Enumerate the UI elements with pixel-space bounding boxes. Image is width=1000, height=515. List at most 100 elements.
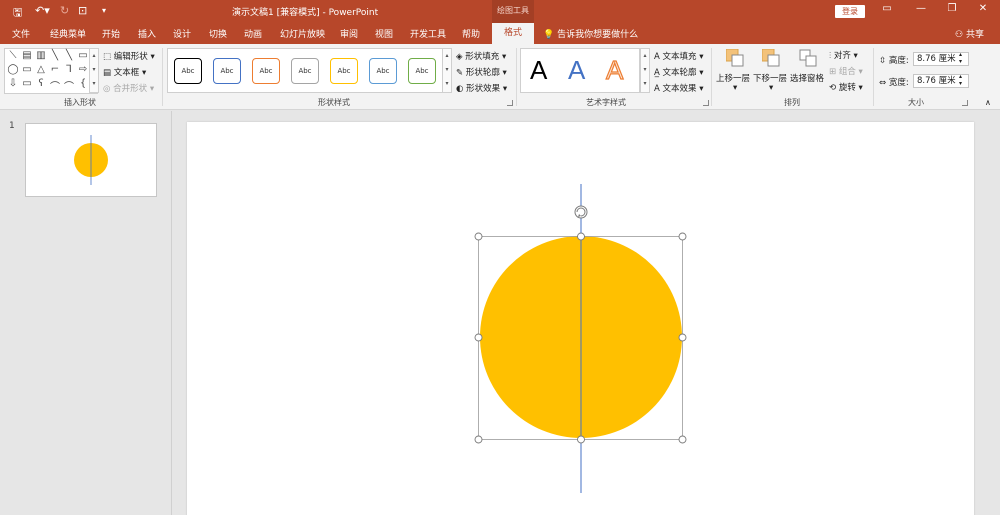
line2-shape-icon[interactable]: ╲	[49, 50, 61, 61]
tab-classic-menu[interactable]: 经典菜单	[50, 27, 86, 40]
resize-handle-bottom[interactable]	[577, 435, 585, 444]
send-backward-dropdown-icon[interactable]: ▾	[769, 83, 773, 93]
tab-help[interactable]: 帮助	[462, 27, 480, 40]
width-spinner[interactable]: ▴ ▾	[959, 73, 962, 87]
tab-animations[interactable]: 动画	[244, 27, 262, 40]
line-shape-icon[interactable]: ⟍	[7, 50, 19, 61]
save-icon[interactable]: 🖫	[13, 4, 22, 23]
rect2-shape-icon[interactable]: ▭	[21, 64, 33, 75]
minimize-icon[interactable]: —	[914, 3, 928, 14]
group-button[interactable]: ⊞ 组合 ▾	[829, 65, 863, 77]
slide-number: 1	[9, 121, 15, 131]
resize-handle-left[interactable]	[474, 333, 483, 342]
shape-effects-button[interactable]: ◐ 形状效果 ▾	[456, 82, 507, 94]
tab-design[interactable]: 设计	[173, 27, 191, 40]
freeform-shape-icon[interactable]: ʕ	[35, 78, 47, 89]
text-fill-button[interactable]: A 文本填充 ▾	[654, 50, 704, 62]
vertical-textbox-shape-icon[interactable]: ▥	[35, 50, 47, 61]
group-objects-icon: ⊞	[829, 67, 839, 77]
elbow-connector-icon[interactable]: ⌐	[49, 64, 61, 75]
shape-style-swatch-3[interactable]: Abc	[252, 58, 280, 84]
text-fill-label: 文本填充	[662, 52, 697, 62]
shape-style-swatch-2[interactable]: Abc	[213, 58, 241, 84]
shape-style-swatch-7[interactable]: Abc	[408, 58, 436, 84]
ribbon-display-options-icon[interactable]: ▭	[880, 3, 894, 14]
redo-icon[interactable]: ↻	[60, 4, 69, 17]
wordart-style-blue[interactable]: A	[568, 55, 585, 86]
resize-handle-bottom-right[interactable]	[678, 435, 687, 444]
tab-view[interactable]: 视图	[375, 27, 393, 40]
flowchart-shape-icon[interactable]: ▭	[21, 78, 33, 89]
selection-pane-button[interactable]: 选择窗格	[790, 72, 824, 84]
arrow-right-shape-icon[interactable]: ⇨	[77, 64, 89, 75]
shape-style-swatch-6[interactable]: Abc	[369, 58, 397, 84]
size-launcher-icon[interactable]	[962, 100, 968, 106]
textbox-shape-icon[interactable]: ▤	[21, 50, 33, 61]
curve-shape-icon[interactable]: ⌒	[49, 78, 61, 93]
wordart-gallery[interactable]: A A A	[520, 48, 640, 93]
shape-styles-launcher-icon[interactable]	[507, 100, 513, 106]
slide-drawing	[474, 184, 687, 493]
wordart-style-orange-outline[interactable]: A	[605, 54, 624, 86]
resize-handle-right[interactable]	[678, 333, 687, 342]
resize-handle-top-left[interactable]	[474, 232, 483, 241]
oval-shape-icon[interactable]: ◯	[7, 64, 19, 75]
rotate-handle-icon[interactable]	[574, 205, 588, 219]
elbow-arrow-icon[interactable]: ⅂	[63, 64, 75, 75]
shape-styles-gallery[interactable]: Abc Abc Abc Abc Abc Abc Abc	[167, 48, 443, 93]
collapse-ribbon-icon[interactable]: ∧	[985, 98, 991, 107]
wordart-launcher-icon[interactable]	[703, 100, 709, 106]
line3-shape-icon[interactable]: ╲	[63, 50, 75, 61]
bring-forward-dropdown-icon[interactable]: ▾	[733, 83, 737, 93]
curve2-shape-icon[interactable]: ⌒	[63, 78, 75, 93]
close-icon[interactable]: ✕	[976, 3, 990, 14]
rectangle-shape-icon[interactable]: ▭	[77, 50, 89, 61]
text-outline-button[interactable]: A̲ 文本轮廓 ▾	[654, 66, 704, 78]
arrow-down-shape-icon[interactable]: ⇩	[7, 78, 19, 89]
slide-canvas[interactable]	[187, 122, 974, 515]
shape-style-swatch-5[interactable]: Abc	[330, 58, 358, 84]
height-spinner[interactable]: ▴ ▾	[959, 51, 962, 65]
triangle-shape-icon[interactable]: △	[35, 64, 47, 75]
tab-developer[interactable]: 开发工具	[410, 27, 446, 40]
restore-icon[interactable]: ❐	[945, 3, 959, 14]
tab-transitions[interactable]: 切换	[209, 27, 227, 40]
undo-icon[interactable]: ↶▾	[35, 4, 50, 17]
shapes-gallery-scroll[interactable]: ▴ ▾ ▾	[89, 48, 99, 93]
rotate-button[interactable]: ⟲ 旋转 ▾	[829, 81, 863, 93]
edit-shape-button[interactable]: ⬚ 编辑形状 ▾	[103, 50, 155, 62]
tab-file[interactable]: 文件	[12, 27, 30, 40]
align-button[interactable]: ⫶ 对齐 ▾	[829, 49, 858, 61]
slide-thumbnail[interactable]	[25, 123, 157, 197]
resize-handle-top-right[interactable]	[678, 232, 687, 241]
tab-home[interactable]: 开始	[102, 27, 120, 40]
person-icon: ⚇	[955, 30, 966, 40]
shape-outline-button[interactable]: ✎ 形状轮廓 ▾	[456, 66, 507, 78]
text-box-button[interactable]: ▤ 文本框 ▾	[103, 66, 146, 78]
shape-style-swatch-1[interactable]: Abc	[174, 58, 202, 84]
text-effects-button[interactable]: A 文本效果 ▾	[654, 82, 704, 94]
tab-slide-show[interactable]: 幻灯片放映	[280, 27, 325, 40]
resize-handle-bottom-left[interactable]	[474, 435, 483, 444]
group-separator	[711, 48, 712, 106]
customize-qat-icon[interactable]: ▾	[102, 6, 106, 15]
text-box-label: 文本框	[113, 68, 140, 78]
wordart-scroll[interactable]: ▴ ▾ ▾	[640, 48, 650, 93]
share-button[interactable]: ⚇ 共享	[955, 27, 984, 40]
tab-insert[interactable]: 插入	[138, 27, 156, 40]
start-from-beginning-icon[interactable]: ⊡	[78, 4, 87, 17]
shape-style-swatch-4[interactable]: Abc	[291, 58, 319, 84]
shape-fill-label: 形状填充	[465, 52, 500, 62]
tell-me-search[interactable]: 💡 告诉我你想要做什么	[543, 27, 638, 40]
shapes-gallery[interactable]: ⟍ ▤ ▥ ╲ ╲ ▭ ◯ ▭ △ ⌐ ⅂ ⇨ ⇩ ▭ ʕ ⌒ ⌒ {	[4, 48, 98, 94]
tab-format[interactable]: 格式	[492, 23, 534, 44]
merge-shapes-button[interactable]: ◎ 合并形状 ▾	[103, 82, 154, 94]
tab-review[interactable]: 审阅	[340, 27, 358, 40]
wordart-style-black[interactable]: A	[530, 55, 547, 86]
resize-handle-top[interactable]	[577, 232, 585, 241]
login-button[interactable]: 登录	[835, 5, 865, 18]
shape-fill-button[interactable]: ◈ 形状填充 ▾	[456, 50, 506, 62]
brace-shape-icon[interactable]: {	[77, 78, 89, 89]
group-label-insert-shapes: 插入形状	[64, 98, 96, 107]
shape-styles-scroll[interactable]: ▴ ▾ ▾	[442, 48, 452, 93]
